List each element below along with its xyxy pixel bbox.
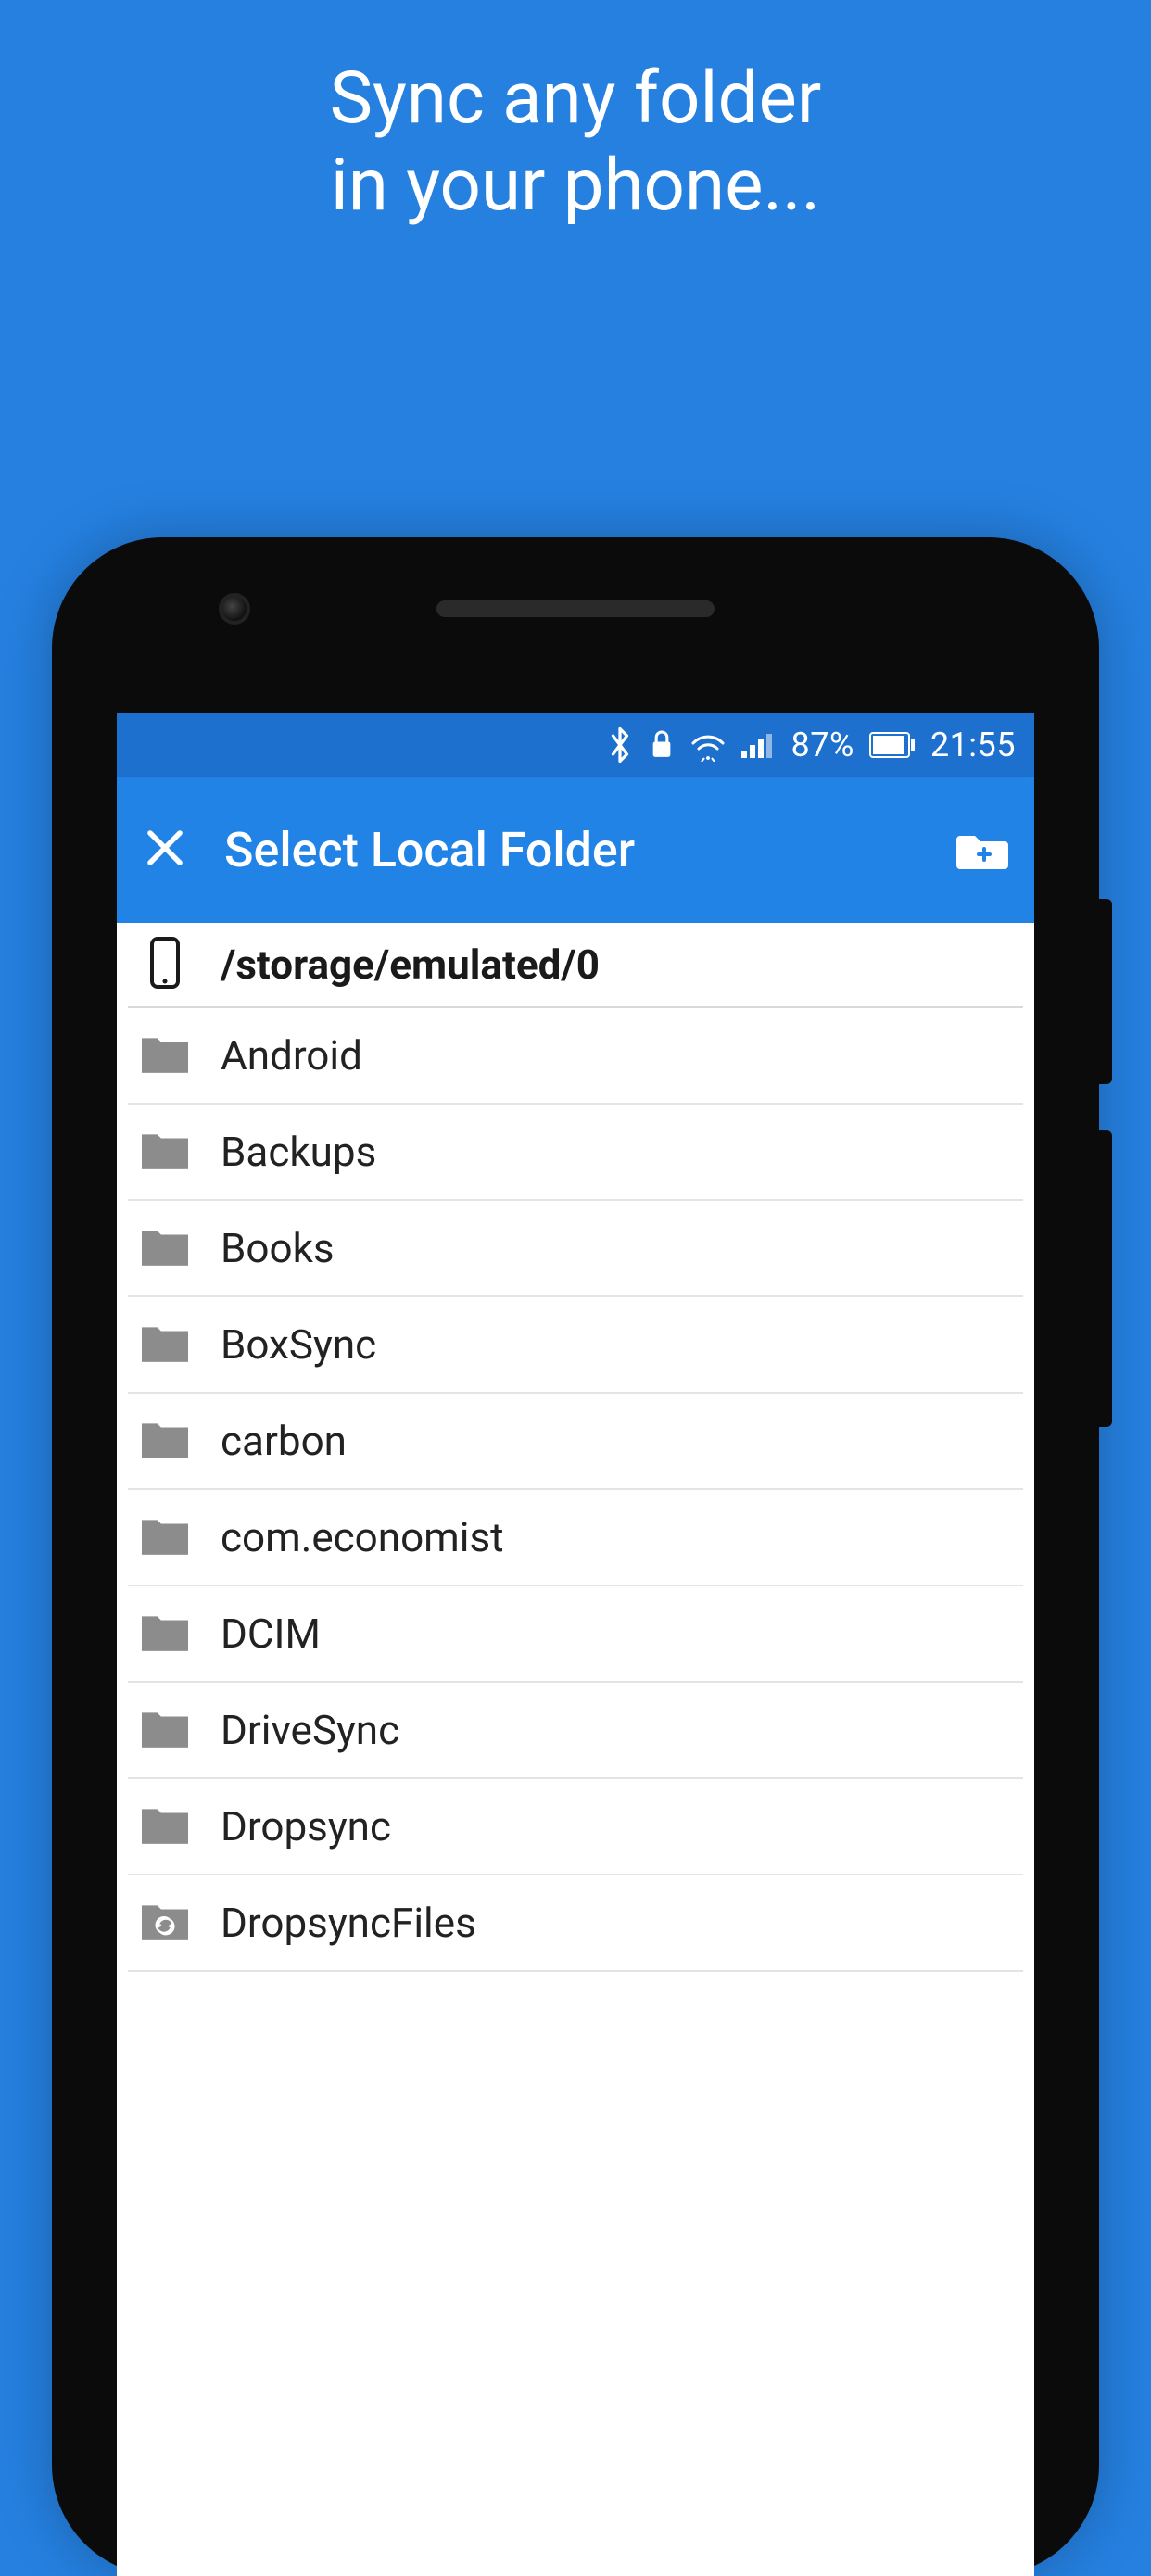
folder-label: DropsyncFiles: [221, 1899, 476, 1947]
folder-row[interactable]: DriveSync: [128, 1683, 1023, 1779]
phone-frame: 87% 21:55 Select Local Folder: [52, 537, 1099, 2576]
folder-label: Backups: [221, 1128, 376, 1176]
hero-line-2: in your phone...: [0, 143, 1151, 230]
appbar-title: Select Local Folder: [224, 822, 956, 878]
folder-sync-icon: [139, 1898, 191, 1948]
side-button: [1099, 1130, 1112, 1427]
clock: 21:55: [930, 726, 1016, 764]
status-bar: 87% 21:55: [117, 713, 1034, 777]
folder-label: com.economist: [221, 1513, 504, 1561]
phone-icon: [139, 937, 191, 992]
folder-label: Android: [221, 1031, 362, 1080]
folder-icon: [139, 1127, 191, 1177]
folder-icon: [139, 1705, 191, 1755]
folder-row[interactable]: DropsyncFiles: [128, 1875, 1023, 1972]
new-folder-icon: [956, 827, 1008, 869]
folder-icon: [139, 1609, 191, 1659]
signal-icon: [741, 730, 777, 760]
app-bar: Select Local Folder: [117, 777, 1034, 923]
folder-row[interactable]: BoxSync: [128, 1297, 1023, 1394]
phone-screen: 87% 21:55 Select Local Folder: [117, 713, 1034, 2576]
folder-row[interactable]: com.economist: [128, 1490, 1023, 1586]
folder-icon: [139, 1030, 191, 1080]
folder-row[interactable]: carbon: [128, 1394, 1023, 1490]
folder-icon: [139, 1512, 191, 1562]
battery-percent: 87%: [791, 726, 854, 764]
folder-icon: [139, 1801, 191, 1851]
hero-line-1: Sync any folder: [0, 56, 1151, 143]
side-button: [1099, 899, 1112, 1084]
folder-label: DCIM: [221, 1610, 321, 1658]
folder-list: /storage/emulated/0 Android Backups Books B…: [117, 923, 1034, 1972]
folder-label: Books: [221, 1224, 335, 1272]
bluetooth-icon: [606, 726, 634, 764]
folder-icon: [139, 1223, 191, 1273]
wifi-icon: [689, 728, 727, 762]
battery-icon: [869, 732, 916, 758]
folder-label: BoxSync: [221, 1320, 376, 1369]
current-path-row[interactable]: /storage/emulated/0: [128, 923, 1023, 1008]
folder-label: Dropsync: [221, 1802, 391, 1850]
folder-label: carbon: [221, 1417, 347, 1465]
current-path: /storage/emulated/0: [221, 941, 600, 989]
front-camera: [219, 593, 250, 625]
folder-icon: [139, 1320, 191, 1370]
folder-row[interactable]: Backups: [128, 1105, 1023, 1201]
folder-row[interactable]: Dropsync: [128, 1779, 1023, 1875]
close-icon: [143, 826, 187, 870]
folder-row[interactable]: Books: [128, 1201, 1023, 1297]
new-folder-button[interactable]: [956, 827, 1008, 873]
folder-row[interactable]: Android: [128, 1008, 1023, 1105]
hero-text: Sync any folder in your phone...: [0, 0, 1151, 229]
close-button[interactable]: [143, 826, 187, 874]
lock-icon: [649, 728, 675, 762]
folder-icon: [139, 1416, 191, 1466]
folder-label: DriveSync: [221, 1706, 399, 1754]
folder-row[interactable]: DCIM: [128, 1586, 1023, 1683]
